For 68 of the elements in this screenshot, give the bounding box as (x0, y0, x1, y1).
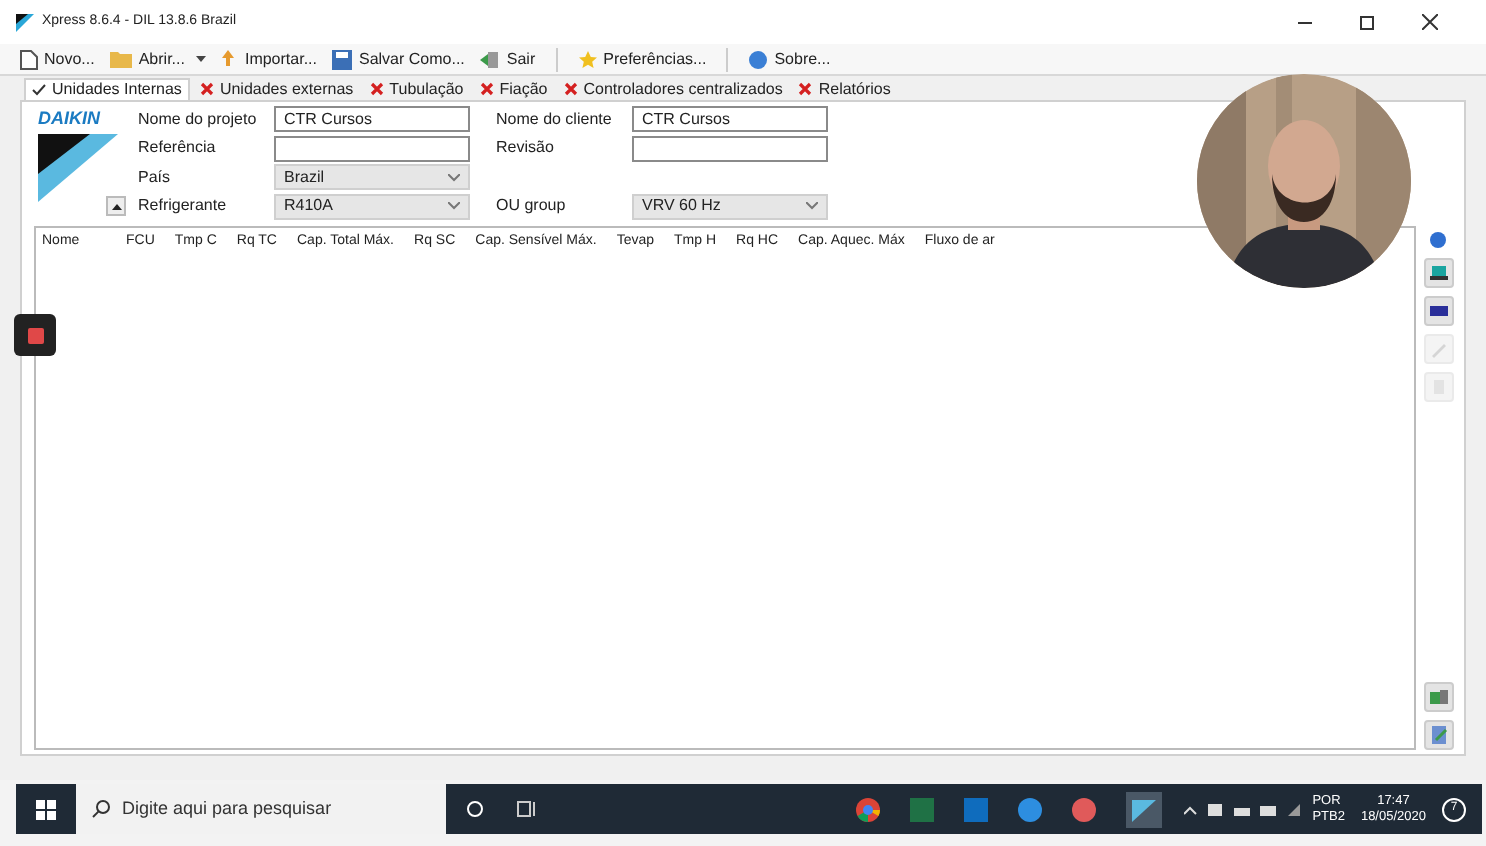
field-label: País (138, 165, 171, 189)
dropdown[interactable]: VRV 60 Hz (632, 193, 828, 219)
tab[interactable]: Relatórios (792, 78, 897, 100)
close-icon[interactable] (1422, 14, 1438, 30)
device-icon[interactable] (1423, 296, 1453, 326)
field-label: Nome do cliente (496, 107, 614, 131)
tray-icons-drawing[interactable] (1184, 801, 1305, 817)
laptop-icon[interactable] (1423, 258, 1453, 288)
tab[interactable]: Controladores centralizados (557, 78, 789, 100)
app-icon[interactable] (1072, 797, 1096, 821)
search-field[interactable]: Digite aqui para pesquisar (76, 784, 446, 834)
error-cross-icon (798, 82, 813, 96)
tab[interactable]: Tubulação (363, 78, 470, 100)
document-icon (20, 49, 38, 69)
stop-icon (27, 327, 43, 343)
text-field[interactable] (274, 135, 470, 161)
caret-icon[interactable] (196, 56, 207, 62)
text-field[interactable] (632, 135, 828, 161)
dropdown[interactable]: R410A (274, 193, 470, 219)
stop-recording-button[interactable] (14, 314, 56, 356)
field-label: Refrigerante (138, 194, 227, 218)
mail-icon[interactable] (964, 797, 988, 821)
help-icon[interactable] (1428, 230, 1448, 250)
notepad-icon[interactable] (1423, 720, 1453, 750)
logo-text: DAIKIN (38, 106, 102, 132)
error-cross-icon (479, 82, 494, 96)
dropdown[interactable]: Brazil (274, 164, 470, 190)
star-icon (577, 49, 598, 69)
tab[interactable]: Unidades externas (193, 78, 360, 100)
folder-icon (110, 50, 133, 68)
field-label: Nome do projeto (138, 107, 257, 131)
browser-icon[interactable] (856, 797, 880, 821)
search-icon (92, 800, 110, 818)
toolbar-button[interactable]: Sobre... (744, 47, 835, 71)
tab[interactable]: Fiação (473, 78, 554, 100)
app-logo-icon (16, 13, 34, 31)
text-field[interactable]: CTR Cursos (274, 106, 470, 132)
export-icon[interactable] (1423, 682, 1453, 712)
triangle-up-icon (111, 203, 121, 209)
minimize-icon[interactable] (1298, 21, 1312, 23)
floppy-icon (332, 49, 353, 69)
windows-icon[interactable] (36, 799, 56, 819)
text-field[interactable]: CTR Cursos (632, 106, 828, 132)
toolbar-button[interactable]: Importar... (214, 47, 321, 71)
check-icon (32, 84, 46, 96)
error-cross-icon (563, 82, 578, 96)
chevron-down-icon (806, 202, 818, 210)
tab[interactable]: Unidades Internas (24, 78, 190, 100)
task-view-icon[interactable] (516, 800, 536, 818)
field-label: Revisão (496, 136, 556, 160)
active-app-icon[interactable] (1126, 791, 1162, 827)
chevron-down-icon (448, 202, 460, 210)
exit-icon (480, 49, 501, 69)
chevron-down-icon (448, 173, 460, 181)
import-icon (218, 49, 239, 69)
toolbar-button[interactable]: Novo... (16, 47, 99, 71)
toolbar-button[interactable]: Preferências... (573, 47, 711, 71)
error-cross-icon (199, 82, 214, 96)
field-label: Referência (138, 136, 216, 160)
error-cross-icon (369, 82, 384, 96)
logo-mark-icon (38, 133, 118, 201)
toolbar-button[interactable]: Abrir... (106, 47, 189, 71)
toolbar-button[interactable]: Sair (476, 47, 540, 71)
maximize-icon[interactable] (1360, 15, 1374, 29)
collapse-button[interactable] (106, 196, 126, 216)
field-label: OU group (496, 194, 568, 218)
spreadsheet-icon[interactable] (910, 797, 934, 821)
toolbar-button[interactable]: Salvar Como... (328, 47, 469, 71)
